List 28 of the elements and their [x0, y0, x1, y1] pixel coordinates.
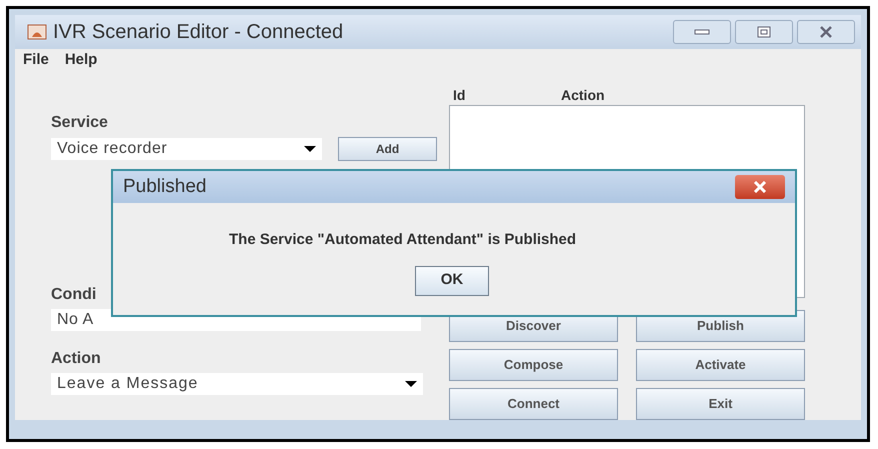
- dialog-title: Published: [123, 174, 206, 199]
- service-dropdown[interactable]: Voice recorder: [51, 138, 322, 160]
- field-label: Action: [51, 349, 102, 369]
- dropdown-arrow-icon: [304, 146, 316, 152]
- column-header: Action: [561, 86, 605, 104]
- ok-button[interactable]: OK: [415, 266, 489, 296]
- column-header: Id: [452, 86, 466, 104]
- action-button[interactable]: Compose: [449, 349, 618, 381]
- action-button[interactable]: Exit: [636, 388, 805, 420]
- maximize-button[interactable]: [735, 20, 793, 44]
- dialog-message: The Service "Automated Attendant" is Published: [229, 230, 578, 250]
- minimize-icon: [694, 29, 710, 35]
- dropdown-arrow-icon: [405, 381, 417, 387]
- field-label: Condi: [51, 285, 98, 305]
- action-button[interactable]: Activate: [636, 349, 805, 381]
- maximize-icon: [757, 26, 771, 38]
- close-button[interactable]: [735, 175, 785, 199]
- field-label: Service: [51, 113, 109, 133]
- menu-item[interactable]: Help: [64, 48, 98, 72]
- menu-item[interactable]: File: [23, 48, 49, 72]
- minimize-button[interactable]: [673, 20, 731, 44]
- close-button[interactable]: [797, 20, 855, 44]
- action-button[interactable]: Connect: [449, 388, 618, 420]
- add-button[interactable]: Add: [338, 137, 437, 161]
- action-dropdown[interactable]: Leave a Message: [51, 373, 423, 395]
- close-icon: [753, 181, 767, 193]
- window-title: IVR Scenario Editor - Connected: [53, 20, 344, 45]
- close-icon: [819, 26, 833, 38]
